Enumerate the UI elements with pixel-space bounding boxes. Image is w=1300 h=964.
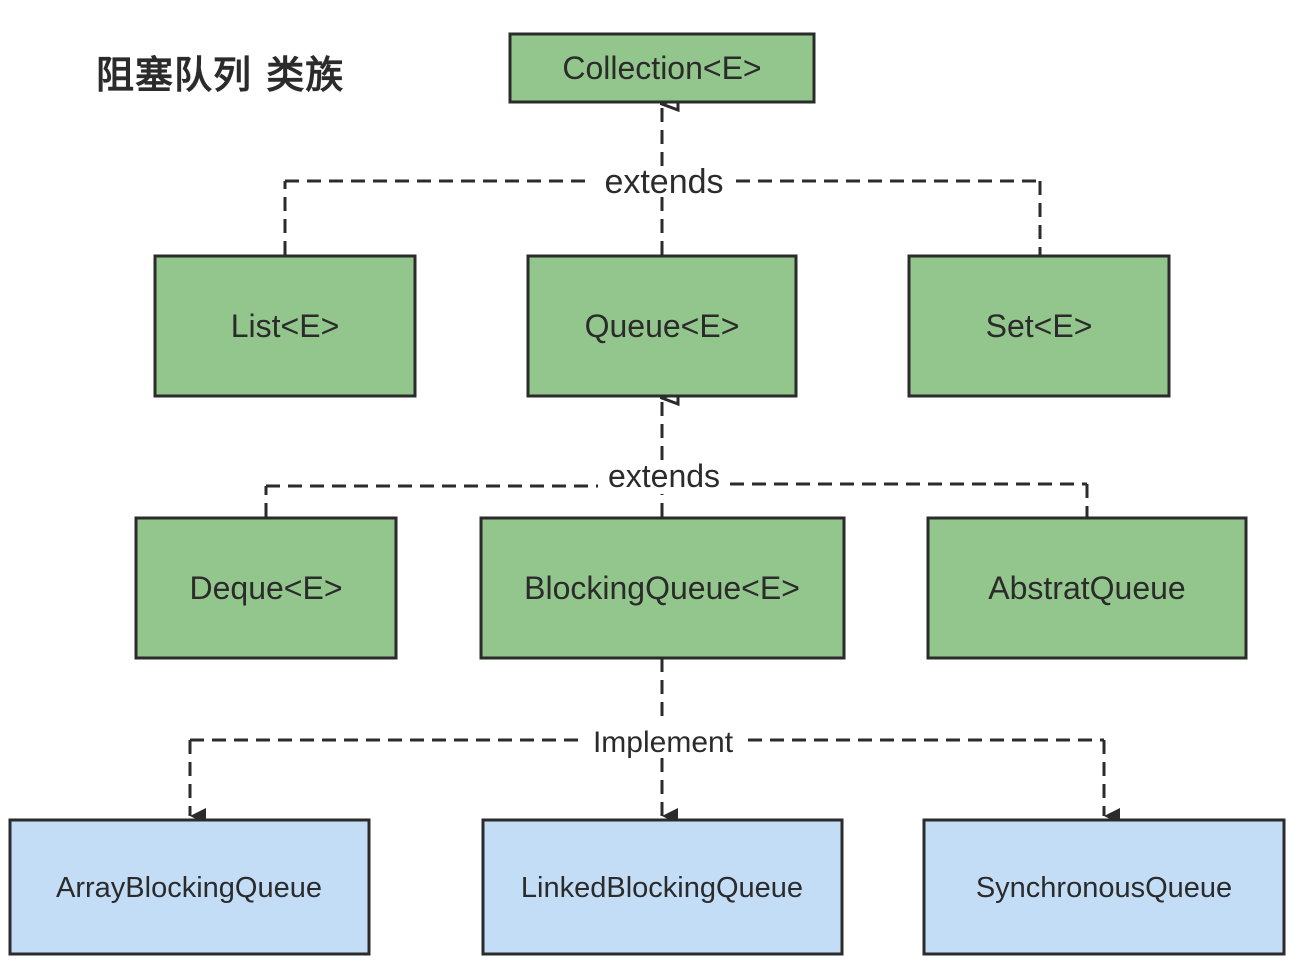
node-abstract-queue: AbstratQueue: [926, 516, 1248, 660]
node-abstract-queue-label: AbstratQueue: [988, 570, 1185, 606]
node-list: List<E>: [153, 254, 417, 398]
class-hierarchy-diagram: extends extends Implement Collection<E> …: [8, 32, 1286, 956]
node-array-blocking-queue-label: ArrayBlockingQueue: [56, 872, 322, 904]
node-synchronous-queue-label: SynchronousQueue: [976, 872, 1232, 904]
node-deque: Deque<E>: [134, 516, 398, 660]
node-queue-label: Queue<E>: [585, 308, 740, 344]
node-collection: Collection<E>: [508, 32, 816, 104]
node-linked-blocking-queue-label: LinkedBlockingQueue: [521, 872, 803, 904]
node-set-label: Set<E>: [986, 308, 1093, 344]
node-array-blocking-queue: ArrayBlockingQueue: [8, 818, 371, 956]
node-collection-label: Collection<E>: [562, 50, 761, 86]
extends-label-mid: extends: [608, 458, 720, 494]
node-list-label: List<E>: [231, 308, 340, 344]
implement-label: Implement: [593, 726, 734, 759]
node-blocking-queue: BlockingQueue<E>: [479, 516, 846, 660]
node-queue: Queue<E>: [526, 254, 798, 398]
node-linked-blocking-queue: LinkedBlockingQueue: [481, 818, 844, 956]
node-synchronous-queue: SynchronousQueue: [922, 818, 1286, 956]
node-set: Set<E>: [907, 254, 1171, 398]
extends-label-top: extends: [604, 163, 723, 201]
node-blocking-queue-label: BlockingQueue<E>: [524, 570, 800, 606]
node-deque-label: Deque<E>: [189, 570, 342, 606]
